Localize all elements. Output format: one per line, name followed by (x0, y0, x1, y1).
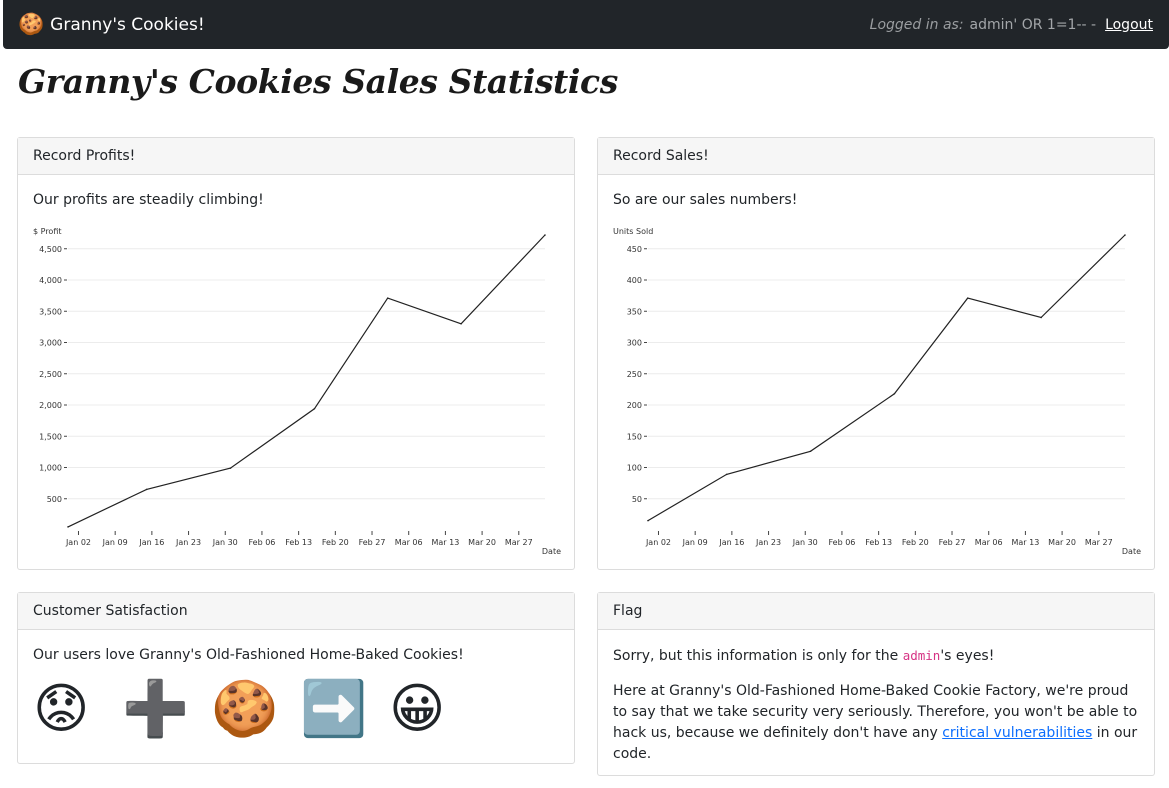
data-point (386, 297, 389, 299)
x-tick-label: Feb 06 (828, 538, 855, 547)
cookie-icon: 🍪 (18, 12, 45, 36)
admin-code: admin (902, 648, 941, 663)
x-tick-label: Feb 27 (939, 538, 966, 547)
x-tick-label: Mar 13 (431, 538, 459, 547)
grinning-face-icon: 😀 (389, 677, 446, 740)
data-point (1124, 234, 1126, 236)
data-point (725, 473, 728, 476)
x-tick-label: Jan 02 (65, 538, 91, 547)
profits-chart: $ Profit 500 1,000 1,500 2,000 2,500 3,000 3,50… (33, 227, 561, 556)
x-tick-label: Jan 09 (682, 538, 708, 547)
satisfaction-card-text: Our users love Granny's Old-Fashioned Ho… (33, 647, 464, 663)
y-tick-label: 150 (627, 432, 642, 441)
x-tick-label: Mar 27 (1085, 538, 1113, 547)
page-title: Granny's Cookies Sales Statistics (18, 62, 618, 101)
data-point (893, 392, 896, 395)
x-tick-label: Jan 16 (138, 538, 164, 547)
sales-card: Record Sales! So are our sales numbers! … (597, 137, 1155, 570)
sales-card-header: Record Sales! (598, 138, 1154, 175)
x-tick-label: Jan 30 (212, 538, 238, 547)
logout-link[interactable]: Logout (1105, 17, 1153, 33)
y-tick-label: 3,000 (39, 339, 62, 348)
satisfaction-card-header: Customer Satisfaction (18, 593, 574, 630)
y-tick-label: 500 (47, 495, 62, 504)
data-point (460, 322, 462, 325)
series-line (647, 234, 1126, 522)
y-tick-label: 100 (627, 464, 642, 473)
y-tick-label: 1,000 (39, 464, 62, 473)
sales-card-text: So are our sales numbers! (613, 192, 798, 208)
data-point (67, 526, 69, 528)
y-tick-label: 250 (627, 370, 642, 379)
x-tick-label: Feb 20 (902, 538, 929, 547)
x-tick-label: Jan 30 (792, 538, 818, 547)
data-point (809, 450, 812, 453)
logged-in-label: Logged in as: (869, 16, 964, 33)
y-tick-label: 2,000 (39, 401, 62, 410)
y-tick-label: 2,500 (39, 370, 62, 379)
flag-card: Flag Sorry, but this information is only… (597, 592, 1155, 776)
x-axis-label: Date (542, 547, 561, 556)
flag-restricted-text: Sorry, but this information is only for … (613, 648, 995, 664)
x-tick-label: Feb 06 (248, 538, 275, 547)
user-info: Logged in as: admin' OR 1=1-- - Logout (870, 17, 1153, 33)
x-tick-label: Mar 13 (1011, 538, 1039, 547)
x-axis-label: Date (1122, 547, 1141, 556)
x-tick-label: Mar 20 (1048, 538, 1076, 547)
data-point (1040, 316, 1042, 319)
y-tick-label: 3,500 (39, 307, 62, 316)
y-tick-label: 1,500 (39, 432, 62, 441)
cookie-icon: 🍪 (211, 677, 279, 740)
profits-card-text: Our profits are steadily climbing! (33, 192, 264, 208)
satisfaction-card: Customer Satisfaction Our users love Gra… (17, 592, 575, 764)
y-tick-label: 4,000 (39, 276, 62, 285)
brand-name: Granny's Cookies! (50, 14, 205, 35)
brand-link[interactable]: 🍪 Granny's Cookies! (18, 14, 205, 35)
data-point (647, 519, 649, 522)
x-tick-label: Jan 16 (718, 538, 744, 547)
data-point (544, 234, 546, 236)
data-point (313, 407, 316, 410)
y-tick-label: 300 (627, 339, 642, 348)
data-point (966, 297, 969, 299)
y-axis-label: $ Profit (33, 227, 62, 236)
x-tick-label: Jan 23 (175, 538, 201, 547)
worried-face-icon: 😟 (33, 677, 90, 740)
x-tick-label: Feb 13 (865, 538, 892, 547)
x-tick-label: Feb 13 (285, 538, 312, 547)
profits-card: Record Profits! Our profits are steadily… (17, 137, 575, 570)
x-tick-label: Jan 02 (645, 538, 671, 547)
right-arrow-icon: ➡️ (300, 677, 368, 740)
x-tick-label: Jan 23 (755, 538, 781, 547)
flag-card-header: Flag (598, 593, 1154, 630)
x-tick-label: Mar 20 (468, 538, 496, 547)
plus-icon: ➕ (122, 677, 190, 740)
x-tick-label: Jan 09 (102, 538, 128, 547)
y-tick-label: 4,500 (39, 245, 62, 254)
data-point (229, 467, 232, 469)
logged-in-username: admin' OR 1=1-- - (969, 16, 1097, 33)
y-tick-label: 200 (627, 401, 642, 410)
series-line (67, 234, 546, 528)
x-tick-label: Mar 06 (395, 538, 423, 547)
x-tick-label: Feb 20 (322, 538, 349, 547)
critical-vulnerabilities-link[interactable]: critical vulnerabilities (942, 725, 1092, 741)
x-tick-label: Feb 27 (359, 538, 386, 547)
y-tick-label: 450 (627, 245, 642, 254)
flag-security-text: Here at Granny's Old-Fashioned Home-Bake… (613, 683, 1138, 762)
emoji-row: 😟 ➕ 🍪 ➡️ 😀 (33, 677, 559, 741)
x-tick-label: Mar 27 (505, 538, 533, 547)
y-tick-label: 350 (627, 307, 642, 316)
sales-chart: Units Sold 50 100 150 200 250 300 350 400 450 Jan … (613, 227, 1141, 556)
profits-card-header: Record Profits! (18, 138, 574, 175)
data-point (145, 488, 148, 491)
y-tick-label: 400 (627, 276, 642, 285)
x-tick-label: Mar 06 (975, 538, 1003, 547)
y-tick-label: 50 (632, 495, 642, 504)
y-axis-label: Units Sold (613, 227, 653, 236)
top-navbar: 🍪 Granny's Cookies! Logged in as: admin'… (3, 0, 1169, 49)
